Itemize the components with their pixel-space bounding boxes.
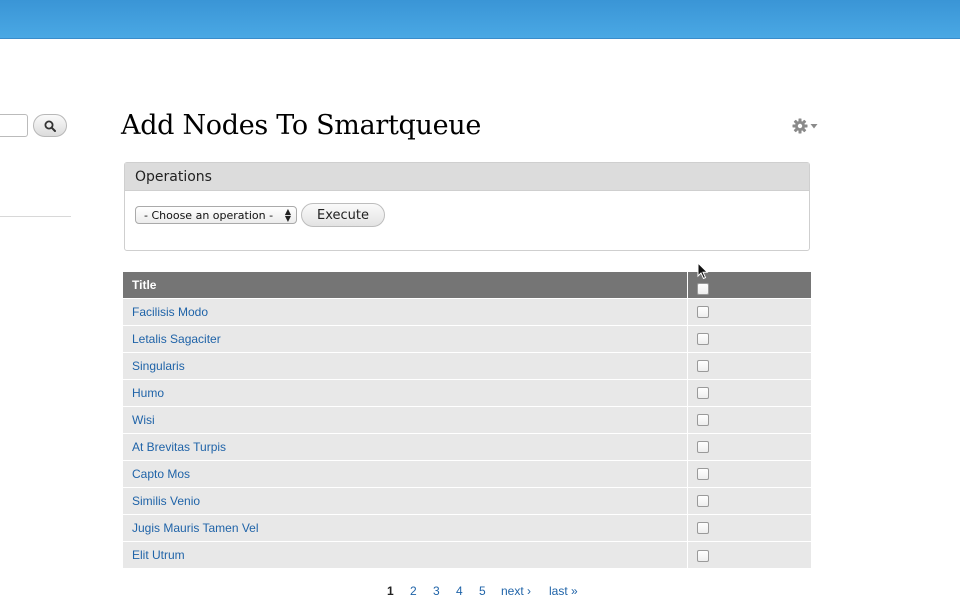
table-row: Wisi	[123, 405, 811, 433]
row-checkbox[interactable]	[696, 333, 709, 346]
chevron-down-icon	[810, 124, 818, 129]
sidebar-divider	[0, 216, 71, 217]
node-title-link[interactable]: Humo	[132, 386, 164, 400]
table-row: Jugis Mauris Tamen Vel	[123, 513, 811, 541]
pager-page-link[interactable]: 5	[479, 584, 486, 598]
node-title-link[interactable]: Wisi	[132, 413, 155, 427]
pager-current-page: 1	[387, 584, 394, 598]
operation-select[interactable]: - Choose an operation - ▲ ▼	[135, 206, 297, 224]
title-column-header[interactable]: Title	[123, 272, 687, 298]
execute-button[interactable]: Execute	[301, 203, 385, 227]
row-checkbox[interactable]	[696, 522, 709, 535]
select-all-checkbox[interactable]	[696, 282, 709, 295]
table-row: Humo	[123, 378, 811, 406]
table-row: Capto Mos	[123, 459, 811, 487]
search-icon	[44, 120, 56, 132]
pager-page-link[interactable]: 4	[456, 584, 463, 598]
search-button[interactable]	[33, 114, 67, 137]
table-row: Letalis Sagaciter	[123, 324, 811, 352]
operations-fieldset: Operations - Choose an operation - ▲ ▼ Ex…	[124, 162, 810, 251]
page-title: Add Nodes To Smartqueue	[121, 110, 482, 141]
top-bar	[0, 0, 960, 39]
pager-page-link[interactable]: 3	[433, 584, 440, 598]
row-checkbox[interactable]	[696, 441, 709, 454]
node-title-link[interactable]: Jugis Mauris Tamen Vel	[132, 521, 259, 535]
row-checkbox[interactable]	[696, 468, 709, 481]
pager-last-link[interactable]: last »	[549, 584, 578, 598]
pager-next-link[interactable]: next ›	[501, 584, 531, 598]
row-checkbox[interactable]	[696, 495, 709, 508]
node-title-link[interactable]: Singularis	[132, 359, 185, 373]
operations-legend: Operations	[125, 163, 809, 191]
pager-page-link[interactable]: 2	[410, 584, 417, 598]
node-title-link[interactable]: At Brevitas Turpis	[132, 440, 226, 454]
row-checkbox[interactable]	[696, 387, 709, 400]
table-row: Facilisis Modo	[123, 297, 811, 325]
nodes-table: Title Facilisis Modo Letalis Sagaciter S…	[123, 272, 811, 568]
operation-select-value: - Choose an operation -	[144, 209, 274, 222]
row-checkbox[interactable]	[696, 549, 709, 562]
table-row: Similis Venio	[123, 486, 811, 514]
gear-menu-button[interactable]	[792, 117, 818, 135]
node-title-link[interactable]: Letalis Sagaciter	[132, 332, 221, 346]
table-row: At Brevitas Turpis	[123, 432, 811, 460]
pager: 1 2 3 4 5 next › last »	[0, 584, 960, 600]
table-row: Singularis	[123, 351, 811, 379]
table-row: Elit Utrum	[123, 540, 811, 568]
select-arrows-icon: ▲ ▼	[284, 207, 291, 223]
node-title-link[interactable]: Capto Mos	[132, 467, 190, 481]
row-checkbox[interactable]	[696, 306, 709, 319]
node-title-link[interactable]: Facilisis Modo	[132, 305, 208, 319]
row-checkbox[interactable]	[696, 360, 709, 373]
search-input[interactable]	[0, 114, 28, 137]
gear-icon	[792, 118, 808, 134]
node-title-link[interactable]: Similis Venio	[132, 494, 200, 508]
mouse-cursor-icon	[697, 262, 709, 280]
row-checkbox[interactable]	[696, 414, 709, 427]
node-title-link[interactable]: Elit Utrum	[132, 548, 185, 562]
